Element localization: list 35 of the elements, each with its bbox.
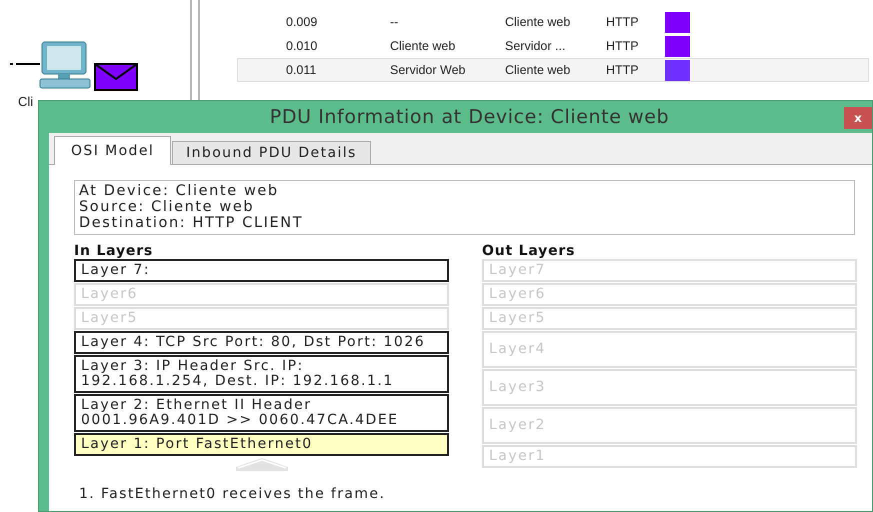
close-button[interactable]: x — [844, 107, 872, 129]
last-device-cell-text: -- — [390, 15, 400, 29]
at-device-cell-text: Servidor ... — [505, 39, 566, 53]
column-heading: In Layers — [74, 244, 154, 259]
time-cell-text: 0.010 — [285, 39, 318, 53]
info-line: At Device: Cliente web — [79, 183, 280, 199]
at-device-cell-text: Cliente web — [505, 15, 572, 29]
last-device-cell-text: Servidor Web — [390, 63, 466, 77]
at-device-cell-text: Cliente web — [505, 63, 572, 77]
layer-row[interactable]: Layer 1: Port FastEthernet0 — [74, 433, 449, 456]
device-label: Cli — [18, 94, 34, 109]
event-row[interactable]: 0.009 -- Cliente web HTTP — [237, 10, 869, 34]
pane-divider[interactable] — [190, 0, 200, 100]
layer-row[interactable]: Layer 4: TCP Src Port: 80, Dst Port: 1026 — [74, 331, 449, 354]
column-heading: Out Layers — [482, 244, 576, 259]
time-cell-text: 0.011 — [285, 63, 318, 77]
cable-line — [10, 62, 40, 66]
layer-row[interactable]: Layer 3: IP Header Src. IP: 192.168.1.254, Dest. IP: 192.168.1.1 — [74, 355, 449, 393]
layer-row[interactable]: Layer 2: Ethernet II Header 0001.96A9.401D >> 0060.47CA.4DEE — [74, 394, 449, 432]
tab[interactable]: Inbound PDU Details — [172, 141, 371, 164]
info-line: Source: Cliente web — [79, 199, 256, 215]
tab[interactable]: OSI Model — [54, 136, 172, 165]
step-text: 1. FastEthernet0 receives the frame. — [79, 486, 386, 502]
computer-with-envelope-icon[interactable] — [38, 40, 138, 92]
last-device-cell-text: Cliente web — [390, 39, 456, 53]
time-cell-text: 0.009 — [285, 15, 318, 29]
event-row[interactable]: 0.011 Servidor Web Cliente web HTTP — [237, 58, 869, 82]
type-cell-text: HTTP — [606, 39, 640, 53]
type-cell-text: HTTP — [606, 15, 640, 29]
info-line: Destination: HTTP CLIENT — [79, 215, 304, 231]
layer-row[interactable]: Layer 7: — [74, 259, 449, 282]
event-row[interactable]: 0.010 Cliente web Servidor ... HTTP — [237, 34, 869, 58]
chevron-up-icon[interactable] — [236, 457, 288, 471]
type-cell-text: HTTP — [606, 63, 640, 77]
window-title: PDU Information at Device: Cliente web — [270, 106, 670, 128]
